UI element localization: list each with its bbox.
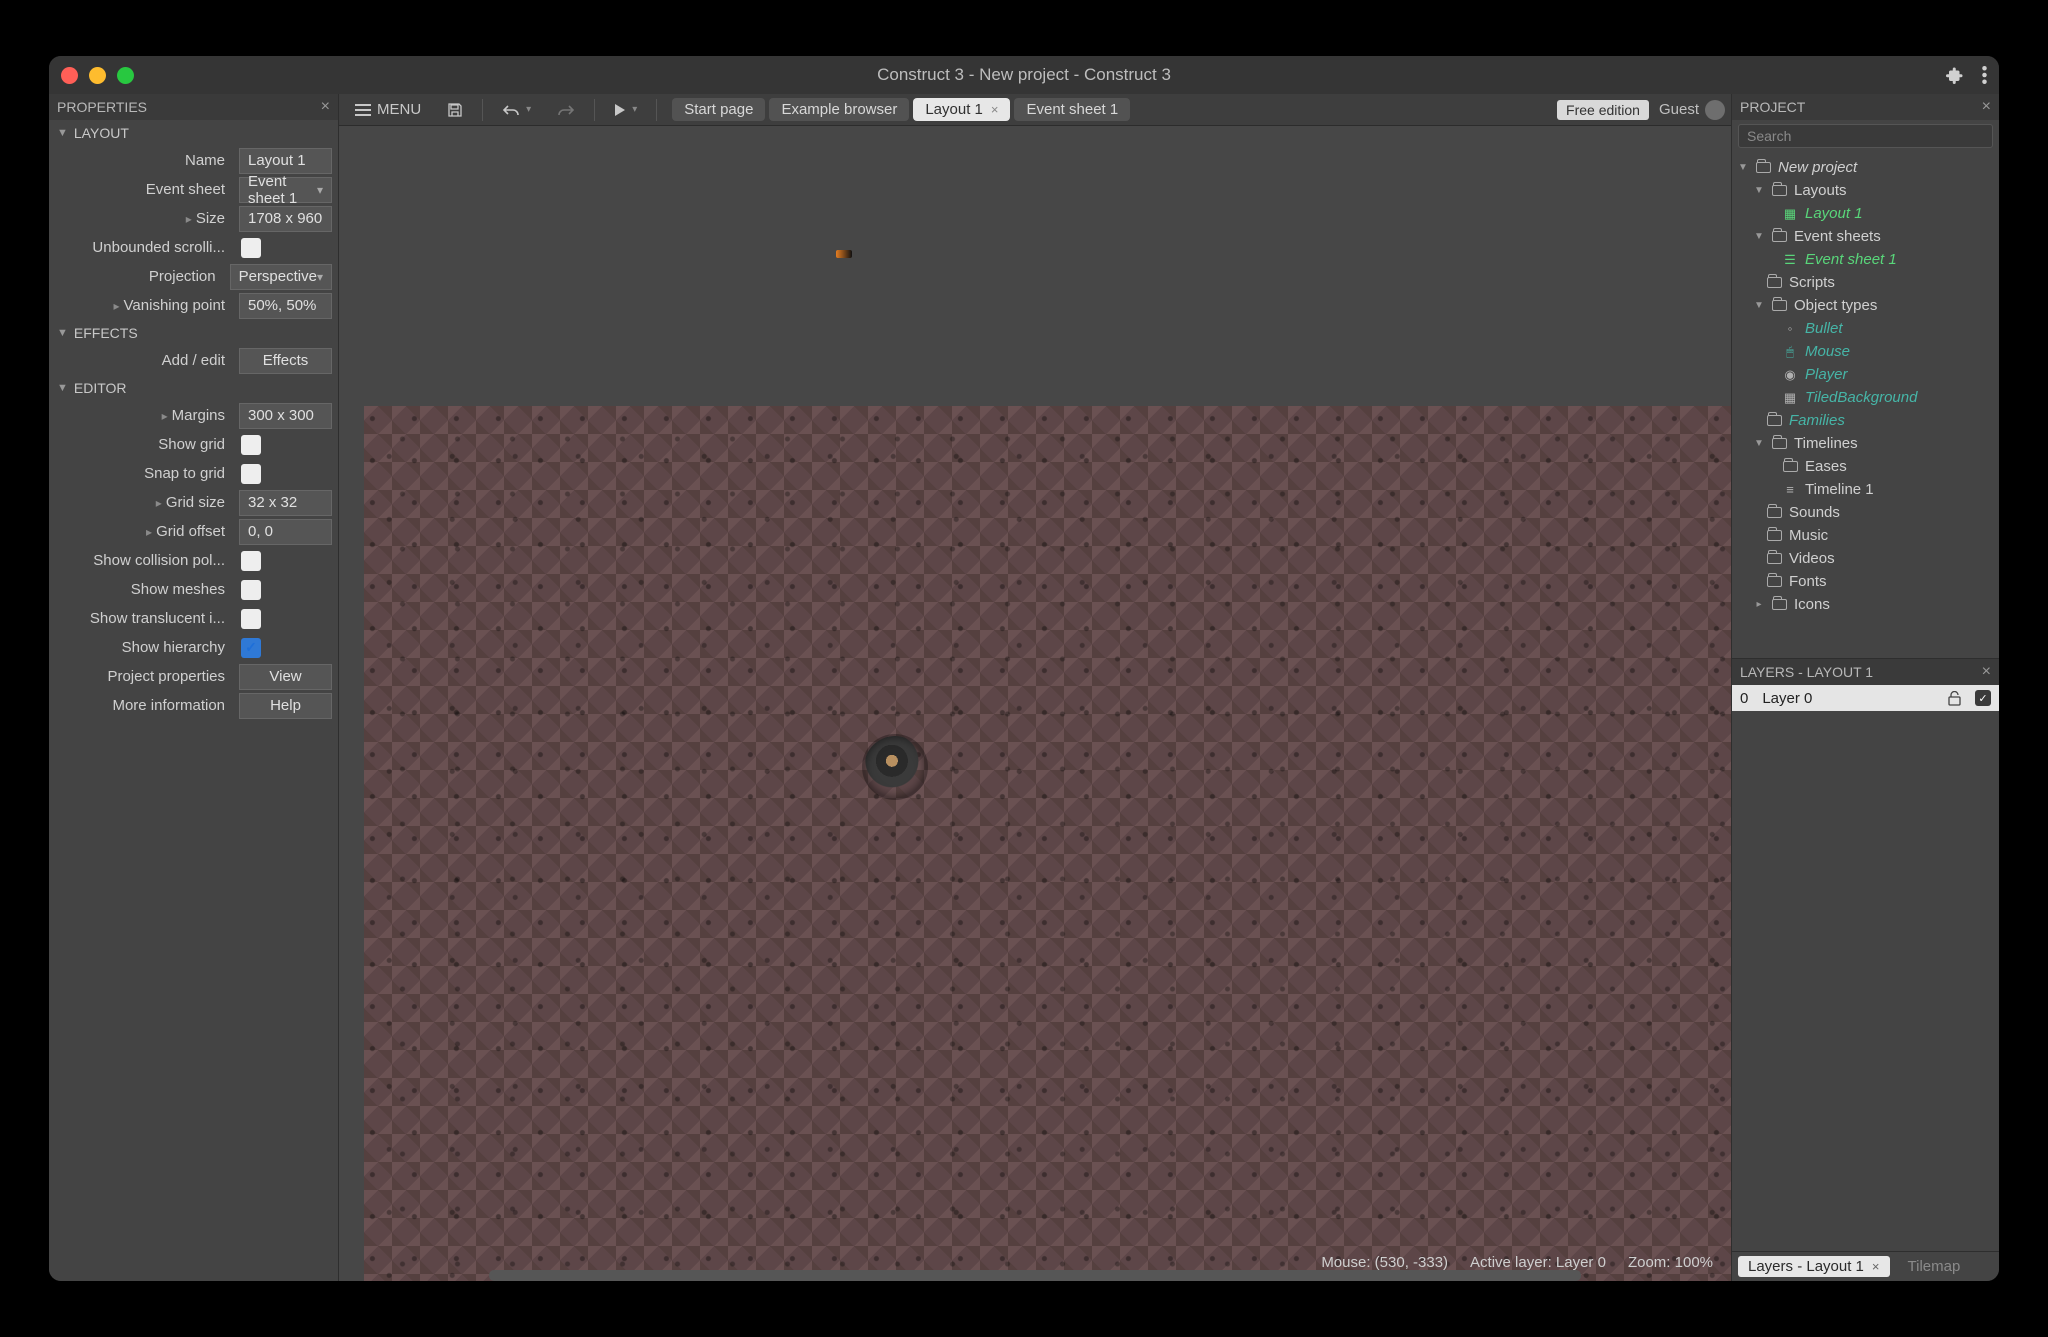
properties-header: PROPERTIES × [49,94,338,120]
section-editor[interactable]: ▼EDITOR [49,375,338,401]
gridoffset-input[interactable]: 0, 0 [239,519,332,545]
tiled-background-object[interactable] [364,406,1731,1281]
titlebar: Construct 3 - New project - Construct 3 [49,56,1999,94]
canvas-status: Mouse: (530, -333) Active layer: Layer 0… [1321,1254,1713,1271]
tree-videos[interactable]: Videos [1732,547,1999,570]
bullet-icon: ◦ [1782,322,1798,336]
more-icon[interactable] [1982,66,1987,84]
close-window-icon[interactable] [61,67,78,84]
close-tab-icon[interactable]: × [1872,1259,1880,1274]
tab-tilemap[interactable]: Tilemap [1898,1256,1971,1277]
tree-scripts[interactable]: Scripts [1732,271,1999,294]
view-button[interactable]: View [239,664,332,690]
save-button[interactable] [437,99,473,121]
player-object[interactable] [864,736,926,798]
eventsheet-select[interactable]: Event sheet 1 [239,177,332,203]
main-toolbar: MENU ▾ ▾ Start page Example browser Layo… [339,94,1731,126]
mouse-coords: Mouse: (530, -333) [1321,1254,1448,1271]
properties-panel: PROPERTIES × ▼LAYOUT NameLayout 1 Event … [49,94,339,1281]
minimize-window-icon[interactable] [89,67,106,84]
close-tab-icon[interactable]: × [991,102,999,117]
layer-name: Layer 0 [1762,690,1812,707]
margins-input[interactable]: 300 x 300 [239,403,332,429]
lock-icon[interactable] [1948,691,1961,706]
section-layout[interactable]: ▼LAYOUT [49,120,338,146]
tree-timelines[interactable]: ▼Timelines [1732,432,1999,455]
section-effects[interactable]: ▼EFFECTS [49,320,338,346]
gridsize-input[interactable]: 32 x 32 [239,490,332,516]
project-title: PROJECT [1740,99,1805,115]
tiledbg-icon: ▦ [1782,391,1798,405]
tree-player[interactable]: ◉Player [1732,363,1999,386]
layers-header: LAYERS - LAYOUT 1 × [1732,659,1999,685]
guest-account[interactable]: Guest [1659,100,1725,120]
active-layer: Active layer: Layer 0 [1470,1254,1606,1271]
tree-eventsheet1[interactable]: ☰Event sheet 1 [1732,248,1999,271]
layers-title: LAYERS - LAYOUT 1 [1740,664,1873,680]
project-tree: ▼New project ▼Layouts ▦Layout 1 ▼Event s… [1732,152,1999,658]
layer-index: 0 [1740,690,1748,707]
help-button[interactable]: Help [239,693,332,719]
tree-layout1[interactable]: ▦Layout 1 [1732,202,1999,225]
tree-icons[interactable]: ▸Icons [1732,593,1999,616]
play-button[interactable]: ▾ [604,100,647,120]
player-icon: ◉ [1782,368,1798,382]
mouse-icon: 🖱 [1782,345,1798,359]
tab-layers[interactable]: Layers - Layout 1× [1738,1256,1890,1277]
menu-button[interactable]: MENU [345,98,431,121]
horizontal-scrollbar[interactable] [489,1270,1581,1281]
tree-objecttypes[interactable]: ▼Object types [1732,294,1999,317]
showhierarchy-checkbox[interactable]: ✓ [241,638,261,658]
window-title: Construct 3 - New project - Construct 3 [877,65,1171,85]
unbounded-checkbox[interactable] [241,238,261,258]
tree-mouse[interactable]: 🖱Mouse [1732,340,1999,363]
extension-icon[interactable] [1946,66,1964,84]
tab-example-browser[interactable]: Example browser [769,98,909,121]
zoom-level: Zoom: 100% [1628,1254,1713,1271]
tree-sounds[interactable]: Sounds [1732,501,1999,524]
tab-layout1[interactable]: Layout 1× [913,98,1010,121]
tab-eventsheet1[interactable]: Event sheet 1 [1014,98,1130,121]
showgrid-checkbox[interactable] [241,435,261,455]
showmeshes-checkbox[interactable] [241,580,261,600]
tree-families[interactable]: Families [1732,409,1999,432]
tab-start-page[interactable]: Start page [672,98,765,121]
tree-eventsheets[interactable]: ▼Event sheets [1732,225,1999,248]
tree-music[interactable]: Music [1732,524,1999,547]
bullet-object[interactable] [836,250,852,258]
vanishing-input[interactable]: 50%, 50% [239,293,332,319]
tree-fonts[interactable]: Fonts [1732,570,1999,593]
project-header: PROJECT × [1732,94,1999,120]
tree-timeline1[interactable]: ≡Timeline 1 [1732,478,1999,501]
layer-row-0[interactable]: 0 Layer 0 ✓ [1732,685,1999,711]
free-edition-badge[interactable]: Free edition [1557,100,1649,120]
close-icon[interactable]: × [1982,98,1991,116]
project-search[interactable]: Search [1738,124,1993,148]
size-input[interactable]: 1708 x 960 [239,206,332,232]
maximize-window-icon[interactable] [117,67,134,84]
showcollision-checkbox[interactable] [241,551,261,571]
close-icon[interactable]: × [321,98,330,116]
tree-project-root[interactable]: ▼New project [1732,156,1999,179]
window-controls [61,67,134,84]
effects-button[interactable]: Effects [239,348,332,374]
layers-body [1732,711,1999,1251]
snapgrid-checkbox[interactable] [241,464,261,484]
showtranslucent-checkbox[interactable] [241,609,261,629]
visibility-checkbox[interactable]: ✓ [1975,690,1991,706]
tree-layouts[interactable]: ▼Layouts [1732,179,1999,202]
tree-eases[interactable]: Eases [1732,455,1999,478]
undo-button[interactable]: ▾ [492,100,541,120]
tree-bullet[interactable]: ◦Bullet [1732,317,1999,340]
avatar-icon [1705,100,1725,120]
redo-button[interactable] [547,100,585,120]
tree-tiledbg[interactable]: ▦TiledBackground [1732,386,1999,409]
close-icon[interactable]: × [1982,663,1991,681]
projection-select[interactable]: Perspective [230,264,332,290]
layout-canvas[interactable]: Mouse: (530, -333) Active layer: Layer 0… [339,126,1731,1281]
layers-tabs: Layers - Layout 1× Tilemap [1732,1251,1999,1281]
properties-title: PROPERTIES [57,99,147,115]
name-input[interactable]: Layout 1 [239,148,332,174]
